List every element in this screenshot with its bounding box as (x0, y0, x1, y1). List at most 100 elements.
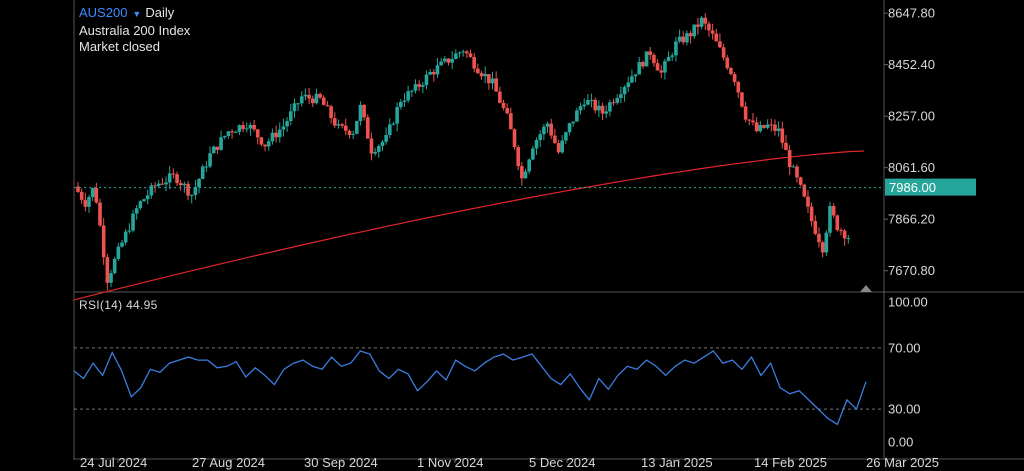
candle-body (765, 124, 770, 128)
price-axis: 8647.80 8452.40 8257.00 8061.60 7866.20 7670.… (884, 6, 935, 278)
candle-body (160, 183, 165, 185)
candle-body (619, 94, 623, 99)
candle-body (600, 105, 605, 114)
candle-body (145, 195, 150, 200)
candle-body (688, 33, 693, 37)
candle-body (534, 140, 539, 149)
candle-body (809, 206, 814, 222)
candle-body (582, 104, 587, 107)
candle-body (193, 187, 198, 196)
candle-body (83, 199, 88, 207)
candle-body (259, 137, 264, 145)
candle-body (296, 103, 300, 105)
candle-body (391, 123, 396, 125)
candle-body (531, 148, 535, 160)
candle-body (215, 146, 220, 150)
time-tick-label: 5 Dec 2024 (529, 455, 596, 470)
candle-body (211, 146, 216, 154)
candle-body (578, 106, 583, 111)
candle-body (233, 131, 238, 133)
candle-body (527, 159, 531, 172)
instrument-name: Australia 200 Index (79, 23, 191, 38)
candle-body (454, 53, 458, 59)
candle-body (443, 58, 447, 62)
candle-body (487, 74, 491, 84)
candle-body (410, 90, 414, 92)
candle-body (123, 231, 128, 243)
candle-body (846, 238, 851, 240)
rsi-indicator-label[interactable]: RSI(14) 44.95 (79, 298, 158, 312)
candle-body (571, 121, 576, 124)
candle-body (817, 233, 821, 243)
time-tick-label: 14 Feb 2025 (754, 455, 827, 470)
chart-canvas: 8647.80 8452.40 8257.00 8061.60 7866.20 7670.… (73, 0, 1024, 470)
candle-body (776, 128, 781, 131)
candle-body (274, 132, 278, 138)
candle-body (721, 47, 726, 58)
candle-body (299, 96, 304, 104)
candle-body (685, 33, 689, 43)
candle-body (740, 92, 744, 107)
candle-body (208, 153, 212, 167)
candle-body (204, 166, 209, 168)
candle-body (105, 257, 110, 283)
candle-body (659, 70, 664, 73)
candle-body (839, 230, 843, 232)
candle-body (648, 51, 653, 55)
price-tick-label: 7866.20 (888, 212, 935, 227)
scroll-marker-icon (860, 285, 872, 292)
candles-layer (76, 13, 851, 291)
chevron-down-icon[interactable]: ▼ (132, 9, 141, 19)
candle-body (373, 151, 377, 154)
time-axis: 24 Jul 2024 27 Aug 2024 30 Sep 2024 1 Nov 2… (80, 455, 939, 470)
price-tick-label: 7670.80 (888, 263, 935, 278)
candle-body (424, 74, 429, 86)
symbol-selector[interactable]: AUS200 (79, 5, 127, 20)
time-tick-label: 30 Sep 2024 (304, 455, 378, 470)
candle-body (369, 138, 374, 154)
candle-body (681, 36, 686, 43)
candle-body (343, 125, 348, 131)
candle-body (156, 183, 161, 187)
candle-body (358, 104, 363, 122)
candle-body (351, 133, 355, 135)
candle-body (90, 188, 95, 197)
candle-body (94, 188, 99, 203)
candle-body (501, 102, 506, 109)
candle-body (380, 141, 385, 146)
candle-body (758, 125, 763, 132)
candle-body (255, 129, 260, 138)
time-tick-label: 26 Mar 2025 (866, 455, 939, 470)
candle-body (237, 125, 242, 132)
candle-body (303, 94, 308, 97)
candle-body (127, 230, 132, 232)
candle-body (564, 132, 568, 141)
candle-body (652, 54, 656, 64)
candle-body (321, 97, 326, 106)
candle-body (138, 201, 143, 209)
candle-body (828, 206, 832, 233)
candle-body (699, 17, 704, 27)
candle-body (791, 166, 796, 168)
candle-body (835, 215, 840, 231)
interval-label[interactable]: Daily (145, 5, 174, 20)
candle-body (446, 58, 451, 63)
candle-body (186, 183, 190, 196)
candle-body (798, 177, 803, 185)
candle-body (795, 166, 799, 178)
price-tick-label: 8647.80 (888, 6, 935, 21)
candle-body (747, 119, 752, 121)
candle-body (494, 78, 498, 92)
candle-body (655, 63, 660, 71)
candle-body (318, 93, 322, 98)
candle-body (388, 124, 392, 136)
candle-body (376, 145, 381, 152)
candle-body (633, 74, 638, 77)
time-tick-label: 1 Nov 2024 (417, 455, 484, 470)
moving-average-line (73, 150, 865, 301)
time-tick-label: 27 Aug 2024 (192, 455, 265, 470)
candle-body (593, 99, 598, 111)
candle-body (729, 68, 733, 75)
candle-body (677, 36, 682, 42)
candle-body (248, 124, 253, 129)
